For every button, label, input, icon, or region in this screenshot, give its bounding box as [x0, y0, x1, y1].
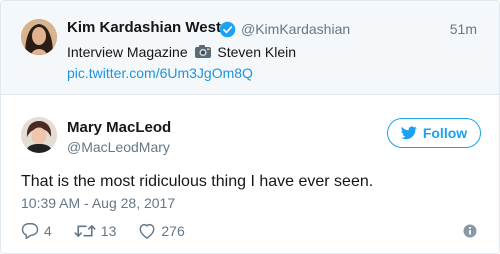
- reply-button[interactable]: 4: [21, 222, 52, 239]
- like-count: 276: [161, 222, 185, 239]
- media-link[interactable]: pic.twitter.com/6Um3JgOm8Q: [67, 65, 253, 81]
- tweet-time[interactable]: 51m: [450, 21, 477, 37]
- tweet-timestamp[interactable]: 10:39 AM - Aug 28, 2017: [21, 195, 175, 211]
- tweet-embed: Kim Kardashian West @KimKardashian 51m I…: [0, 0, 500, 254]
- info-icon[interactable]: [463, 224, 477, 238]
- retweet-button[interactable]: 13: [74, 222, 117, 239]
- like-icon: [139, 223, 155, 239]
- follow-label: Follow: [422, 125, 468, 141]
- reply-icon: [21, 223, 39, 239]
- author-name[interactable]: Kim Kardashian West: [67, 19, 221, 36]
- author-handle[interactable]: @KimKardashian: [241, 21, 350, 37]
- avatar[interactable]: [21, 19, 57, 55]
- retweet-icon: [74, 224, 96, 237]
- parent-tweet-text-end: Steven Klein: [217, 44, 297, 60]
- avatar[interactable]: [21, 117, 57, 153]
- tweet-text: That is the most ridiculous thing I have…: [21, 173, 374, 190]
- twitter-bird-icon: [400, 126, 417, 140]
- author-handle[interactable]: @MacLeodMary: [67, 139, 170, 155]
- parent-tweet[interactable]: Kim Kardashian West @KimKardashian 51m I…: [1, 1, 499, 95]
- tweet-actions: 4 13 276: [21, 222, 207, 239]
- parent-tweet-text: Interview Magazine Steven Klein: [67, 43, 296, 60]
- verified-badge-icon: [219, 21, 236, 38]
- camera-icon: [194, 45, 211, 58]
- parent-tweet-text-start: Interview Magazine: [67, 44, 188, 60]
- follow-button[interactable]: Follow: [387, 118, 481, 148]
- author-name[interactable]: Mary MacLeod: [67, 119, 171, 136]
- retweet-count: 13: [100, 222, 117, 239]
- reply-count: 4: [44, 222, 52, 239]
- like-button[interactable]: 276: [138, 222, 185, 239]
